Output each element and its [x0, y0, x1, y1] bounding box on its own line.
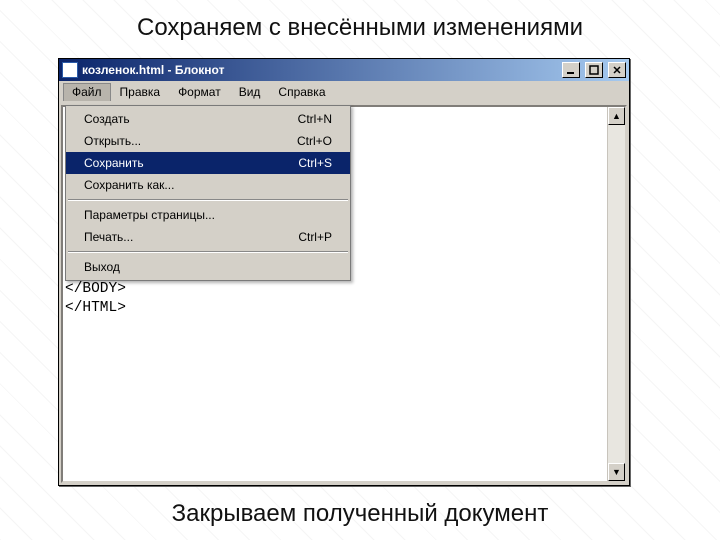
minimize-button[interactable] — [562, 62, 580, 78]
menu-item-print[interactable]: Печать... Ctrl+P — [66, 226, 350, 248]
menu-item-shortcut: Ctrl+P — [298, 230, 332, 244]
menu-item-label: Параметры страницы... — [84, 208, 215, 222]
menu-item-shortcut: Ctrl+S — [298, 156, 332, 170]
titlebar[interactable]: козленок.html - Блокнот — [59, 59, 629, 81]
menu-item-label: Сохранить как... — [84, 178, 174, 192]
file-menu-dropdown: Создать Ctrl+N Открыть... Ctrl+O Сохрани… — [65, 105, 351, 281]
notepad-window: козленок.html - Блокнот Файл Правка Форм… — [58, 58, 630, 486]
menu-item-open[interactable]: Открыть... Ctrl+O — [66, 130, 350, 152]
menu-item-save-as[interactable]: Сохранить как... — [66, 174, 350, 196]
menu-item-label: Выход — [84, 260, 120, 274]
menu-item-shortcut: Ctrl+N — [298, 112, 332, 126]
menu-separator — [68, 199, 348, 201]
menu-item-shortcut: Ctrl+O — [297, 134, 332, 148]
menu-separator — [68, 251, 348, 253]
page-heading-bottom: Закрываем полученный документ — [0, 500, 720, 528]
maximize-button[interactable] — [585, 62, 603, 78]
menu-file[interactable]: Файл — [63, 83, 111, 101]
menubar: Файл Правка Формат Вид Справка — [59, 81, 629, 103]
menu-item-save[interactable]: Сохранить Ctrl+S — [66, 152, 350, 174]
menu-view[interactable]: Вид — [230, 83, 270, 101]
menu-item-label: Сохранить — [84, 156, 144, 170]
menu-item-label: Открыть... — [84, 134, 141, 148]
scroll-down-button[interactable]: ▼ — [608, 463, 625, 481]
menu-item-new[interactable]: Создать Ctrl+N — [66, 108, 350, 130]
page-heading-top: Сохраняем с внесёнными изменениями — [0, 14, 720, 42]
window-title: козленок.html - Блокнот — [82, 63, 557, 77]
scroll-up-button[interactable]: ▲ — [608, 107, 625, 125]
menu-item-label: Печать... — [84, 230, 133, 244]
menu-item-label: Создать — [84, 112, 130, 126]
app-icon — [62, 62, 78, 78]
menu-format[interactable]: Формат — [169, 83, 230, 101]
close-button[interactable] — [608, 62, 626, 78]
menu-item-page-setup[interactable]: Параметры страницы... — [66, 204, 350, 226]
menu-edit[interactable]: Правка — [111, 83, 170, 101]
menu-help[interactable]: Справка — [269, 83, 334, 101]
vertical-scrollbar[interactable]: ▲ ▼ — [607, 107, 625, 481]
menu-item-exit[interactable]: Выход — [66, 256, 350, 278]
scrollbar-track[interactable] — [608, 125, 625, 463]
chevron-down-icon: ▼ — [612, 468, 621, 477]
chevron-up-icon: ▲ — [612, 112, 621, 121]
